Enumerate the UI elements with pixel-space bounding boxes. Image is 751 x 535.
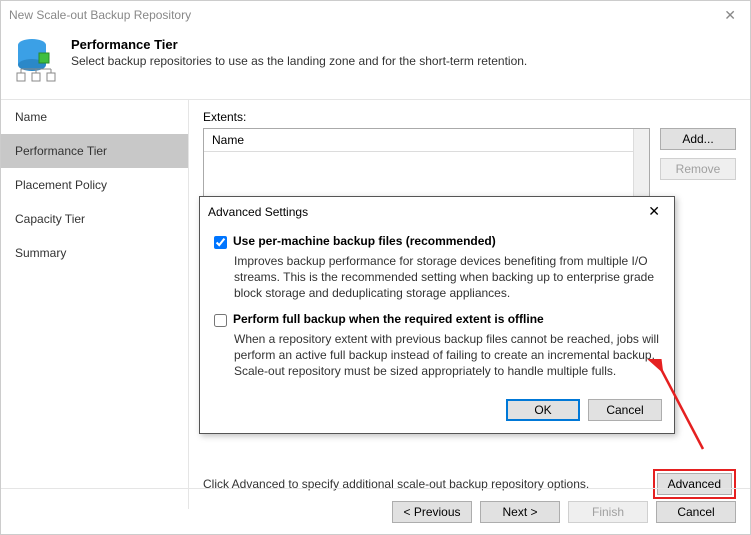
page-subtitle: Select backup repositories to use as the… [71, 54, 527, 68]
option-full-backup-offline-label: Perform full backup when the required ex… [233, 312, 544, 327]
sidebar-item-summary[interactable]: Summary [1, 236, 188, 270]
sidebar: Name Performance Tier Placement Policy C… [1, 100, 189, 509]
remove-button: Remove [660, 158, 736, 180]
sidebar-item-capacity-tier[interactable]: Capacity Tier [1, 202, 188, 236]
close-icon[interactable]: ✕ [718, 7, 742, 24]
dialog-titlebar: Advanced Settings ✕ [200, 197, 674, 226]
header-text: Performance Tier Select backup repositor… [71, 37, 527, 85]
wizard-window: New Scale-out Backup Repository ✕ Perfor… [0, 0, 751, 535]
add-button[interactable]: Add... [660, 128, 736, 150]
dialog-ok-button[interactable]: OK [506, 399, 580, 421]
dialog-title: Advanced Settings [208, 205, 642, 219]
header: Performance Tier Select backup repositor… [1, 29, 750, 99]
sidebar-item-placement-policy[interactable]: Placement Policy [1, 168, 188, 202]
option-per-machine-label: Use per-machine backup files (recommende… [233, 234, 496, 249]
previous-button[interactable]: < Previous [392, 501, 472, 523]
checkbox-per-machine[interactable] [214, 236, 227, 249]
next-button[interactable]: Next > [480, 501, 560, 523]
repository-icon [15, 37, 57, 85]
finish-button: Finish [568, 501, 648, 523]
option-per-machine-desc: Improves backup performance for storage … [234, 253, 660, 302]
extents-label: Extents: [203, 110, 736, 124]
sidebar-item-name[interactable]: Name [1, 100, 188, 134]
dialog-close-icon[interactable]: ✕ [642, 203, 666, 220]
dialog-footer: OK Cancel [200, 391, 674, 433]
page-title: Performance Tier [71, 37, 527, 52]
dialog-cancel-button[interactable]: Cancel [588, 399, 662, 421]
option-full-backup-offline-desc: When a repository extent with previous b… [234, 331, 660, 380]
advanced-settings-dialog: Advanced Settings ✕ Use per-machine back… [199, 196, 675, 434]
titlebar: New Scale-out Backup Repository ✕ [1, 1, 750, 29]
checkbox-full-backup-offline[interactable] [214, 314, 227, 327]
window-title: New Scale-out Backup Repository [9, 8, 718, 22]
cancel-button[interactable]: Cancel [656, 501, 736, 523]
sidebar-item-performance-tier[interactable]: Performance Tier [1, 134, 188, 168]
extents-column-name: Name [204, 129, 633, 152]
option-full-backup-offline[interactable]: Perform full backup when the required ex… [214, 312, 660, 327]
option-per-machine[interactable]: Use per-machine backup files (recommende… [214, 234, 660, 249]
dialog-body: Use per-machine backup files (recommende… [200, 226, 674, 391]
wizard-footer: < Previous Next > Finish Cancel [1, 488, 750, 534]
